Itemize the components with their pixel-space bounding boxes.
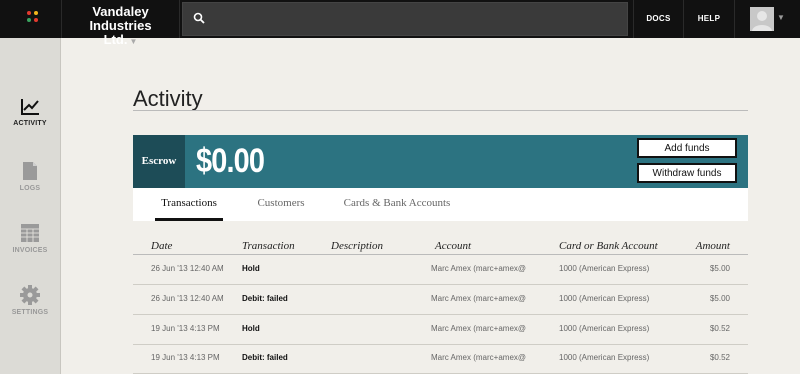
chart-icon: [21, 99, 39, 115]
table-header: Date Transaction Description Account Car…: [133, 238, 748, 255]
row-transaction-type: Debit: failed: [242, 294, 288, 303]
logo-dot-red-2: [34, 18, 38, 22]
logo[interactable]: [0, 0, 62, 38]
table-row[interactable]: 26 Jun '13 12:40 AM Debit: failed Marc A…: [133, 285, 748, 315]
row-transaction-type: Hold: [242, 324, 260, 333]
row-transaction-type: Debit: failed: [242, 353, 288, 362]
column-header-card-or-bank-account[interactable]: Card or Bank Account: [559, 240, 658, 252]
gear-icon: [20, 285, 40, 305]
escrow-balance: $0.00: [196, 142, 265, 180]
tab-transactions[interactable]: Transactions: [155, 188, 223, 221]
escrow-label: Escrow: [133, 135, 185, 188]
company-switcher[interactable]: Vandaley Industries Ltd. ▼: [62, 0, 180, 47]
row-account: Marc Amex (marc+amex@: [431, 264, 527, 273]
docs-link[interactable]: DOCS: [633, 0, 683, 38]
row-card: 1000 (American Express): [559, 294, 650, 303]
sidebar-item-label: ACTIVITY: [13, 120, 47, 127]
top-bar: Vandaley Industries Ltd. ▼ DOCS HELP ▼: [0, 0, 800, 47]
row-card: 1000 (American Express): [559, 324, 650, 333]
row-amount: $0.52: [709, 353, 730, 362]
column-header-transaction[interactable]: Transaction: [242, 240, 295, 252]
user-silhouette-icon: [752, 11, 772, 31]
table-row[interactable]: 19 Jun '13 4:13 PM Hold Marc Amex (marc+…: [133, 315, 748, 345]
avatar: [750, 7, 774, 31]
search-input[interactable]: [211, 5, 621, 33]
row-account: Marc Amex (marc+amex@: [431, 353, 527, 362]
row-transaction-type: Hold: [242, 264, 260, 273]
company-name-line2: Ltd.: [103, 32, 128, 47]
row-amount: $5.00: [709, 294, 730, 303]
sidebar-item-label: LOGS: [19, 185, 41, 192]
sidebar-item-label: SETTINGS: [11, 309, 49, 316]
escrow-banner: Escrow $0.00 Add funds Withdraw funds: [133, 135, 748, 188]
search-icon: [193, 12, 205, 24]
row-account: Marc Amex (marc+amex@: [431, 324, 527, 333]
title-divider: [133, 110, 748, 111]
tab-customers[interactable]: Customers: [251, 188, 311, 221]
row-account: Marc Amex (marc+amex@: [431, 294, 527, 303]
withdraw-funds-button[interactable]: Withdraw funds: [637, 163, 737, 183]
row-card: 1000 (American Express): [559, 353, 650, 362]
column-header-date[interactable]: Date: [151, 240, 172, 252]
company-name-line1: Vandaley Industries: [89, 4, 152, 33]
column-header-amount[interactable]: Amount: [696, 240, 730, 252]
row-date: 26 Jun '13 12:40 AM: [151, 264, 224, 273]
row-amount: $0.52: [709, 324, 730, 333]
row-date: 26 Jun '13 12:40 AM: [151, 294, 224, 303]
chevron-down-icon: ▼: [777, 13, 785, 22]
sidebar-item-logs[interactable]: LOGS: [0, 161, 60, 205]
row-date: 19 Jun '13 4:13 PM: [151, 324, 220, 333]
logo-dot-red: [27, 11, 31, 15]
chevron-down-icon: ▼: [129, 37, 138, 46]
add-funds-button[interactable]: Add funds: [637, 138, 737, 158]
row-date: 19 Jun '13 4:13 PM: [151, 353, 220, 362]
user-menu[interactable]: ▼: [734, 0, 800, 38]
sidebar-item-settings[interactable]: SETTINGS: [0, 285, 60, 329]
table-row[interactable]: 19 Jun '13 4:13 PM Debit: failed Marc Am…: [133, 344, 748, 374]
column-header-description[interactable]: Description: [331, 240, 383, 252]
page-title: Activity: [133, 86, 203, 111]
row-amount: $5.00: [709, 264, 730, 273]
tab-cards-bank-accounts[interactable]: Cards & Bank Accounts: [338, 188, 456, 221]
sidebar-item-label: INVOICES: [12, 247, 48, 254]
row-card: 1000 (American Express): [559, 264, 650, 273]
table-row[interactable]: 26 Jun '13 12:40 AM Hold Marc Amex (marc…: [133, 255, 748, 285]
search-bar[interactable]: [182, 2, 628, 36]
sidebar-item-activity[interactable]: ACTIVITY: [0, 98, 60, 142]
sidebar: ACTIVITY LOGS INVOICES SETTINGS: [0, 38, 61, 374]
column-header-account[interactable]: Account: [435, 240, 471, 252]
document-icon: [23, 162, 37, 180]
help-link[interactable]: HELP: [683, 0, 734, 38]
logo-dot-green: [27, 18, 31, 22]
logo-dot-yellow: [34, 11, 38, 15]
sidebar-item-invoices[interactable]: INVOICES: [0, 223, 60, 267]
tab-bar: Transactions Customers Cards & Bank Acco…: [133, 188, 748, 221]
table-icon: [21, 224, 39, 242]
